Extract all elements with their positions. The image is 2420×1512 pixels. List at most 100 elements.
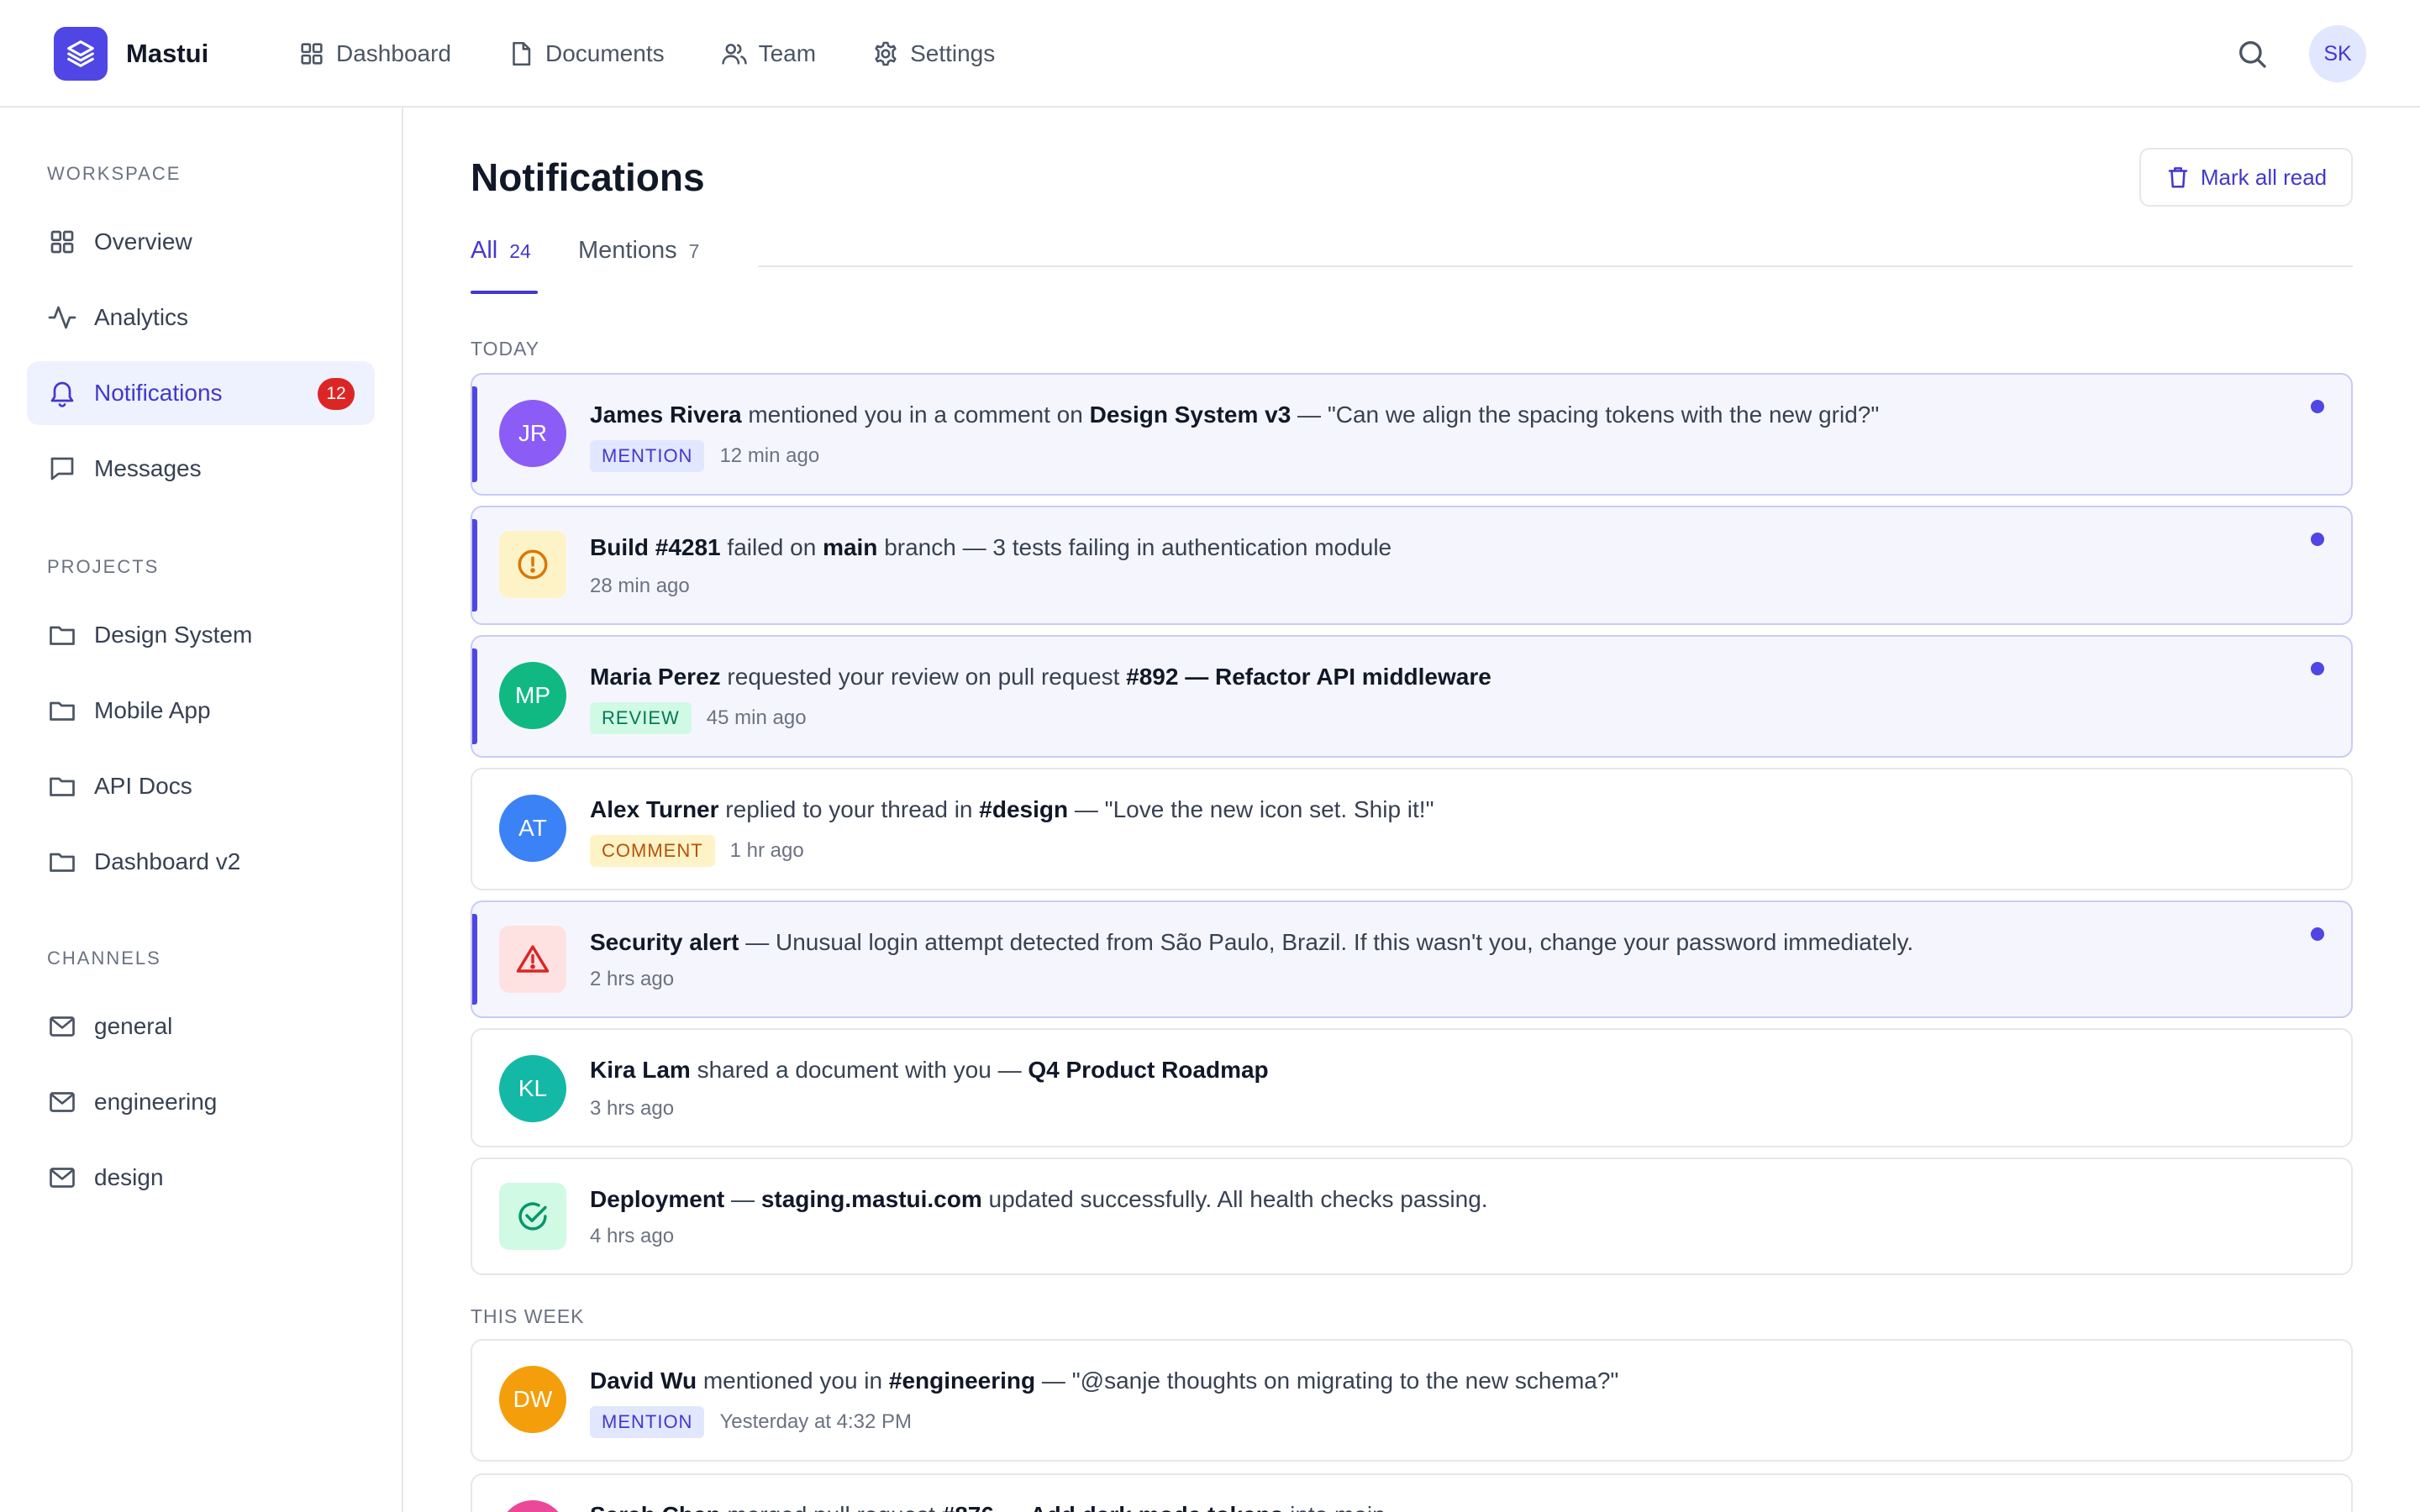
notification-text: James Rivera mentioned you in a comment … bbox=[590, 402, 1879, 428]
nav-dashboard[interactable]: Dashboard bbox=[297, 32, 451, 76]
notification-text-part: updated successfully. All health checks … bbox=[981, 1186, 1488, 1212]
check-circle-icon bbox=[499, 1183, 566, 1250]
sidebar-item-label: Analytics bbox=[94, 304, 189, 330]
notification-count-badge: 12 bbox=[318, 378, 355, 410]
notification-time: 4 hrs ago bbox=[590, 1225, 675, 1247]
sidebar-item-notifications[interactable]: Notifications 12 bbox=[27, 361, 375, 425]
notification-item[interactable]: AT Alex Turner replied to your thread in… bbox=[471, 768, 2353, 890]
activity-icon bbox=[48, 306, 76, 329]
notification-target: staging.mastui.com bbox=[760, 1186, 982, 1212]
gear-icon bbox=[875, 41, 897, 66]
notification-actor: Build #4281 bbox=[590, 534, 721, 560]
sidebar-item-engineering[interactable]: engineering bbox=[27, 1070, 375, 1134]
notification-item[interactable]: JR James Rivera mentioned you in a comme… bbox=[471, 373, 2353, 496]
notification-text-part: mentioned you in bbox=[697, 1368, 889, 1394]
mention-tag: MENTION bbox=[590, 440, 705, 472]
notification-text-part: shared a document with you — bbox=[690, 1057, 1028, 1083]
notification-text: Deployment — staging.mastui.com updated … bbox=[590, 1186, 1488, 1213]
grid-icon bbox=[50, 230, 74, 254]
search-button[interactable] bbox=[2235, 37, 2269, 71]
tab-mentions-count: 7 bbox=[688, 240, 700, 262]
notification-actor: Maria Perez bbox=[590, 664, 721, 690]
notification-text-part: branch — 3 tests failing in authenticati… bbox=[877, 534, 1392, 560]
folder-icon bbox=[50, 701, 75, 721]
notification-item[interactable]: MP Maria Perez requested your review on … bbox=[471, 635, 2353, 758]
nav-documents[interactable]: Documents bbox=[507, 32, 665, 76]
unread-dot bbox=[2311, 927, 2324, 941]
tab-all[interactable]: All 24 bbox=[471, 237, 538, 296]
sidebar-item-api-docs[interactable]: API Docs bbox=[27, 754, 375, 818]
sidebar-item-design[interactable]: design bbox=[27, 1146, 375, 1210]
notification-item[interactable]: Security alert — Unusual login attempt d… bbox=[471, 900, 2353, 1018]
grid-icon bbox=[301, 43, 323, 65]
notification-meta: 28 min ago bbox=[590, 575, 690, 598]
nav-documents-label: Documents bbox=[544, 40, 665, 66]
nav-settings[interactable]: Settings bbox=[871, 32, 995, 76]
group-label-today: TODAY bbox=[471, 338, 540, 360]
notification-target: main bbox=[823, 534, 878, 560]
notification-meta: MENTION 12 min ago bbox=[590, 440, 819, 472]
sidebar-item-messages[interactable]: Messages bbox=[27, 437, 375, 501]
notification-actor: David Wu bbox=[590, 1368, 697, 1394]
user-avatar[interactable]: SK bbox=[2309, 25, 2366, 82]
sidebar-item-analytics[interactable]: Analytics bbox=[27, 286, 375, 349]
notification-actor: Security alert bbox=[590, 929, 739, 955]
notification-meta: COMMENT 1 hr ago bbox=[590, 835, 804, 867]
sidebar-item-design-system[interactable]: Design System bbox=[27, 603, 375, 667]
mail-icon bbox=[50, 1016, 75, 1037]
notification-text-part: replied to your thread in bbox=[718, 796, 980, 822]
notification-text: Security alert — Unusual login attempt d… bbox=[590, 929, 1913, 956]
notification-text: David Wu mentioned you in #engineering —… bbox=[590, 1368, 1618, 1394]
avatar: KL bbox=[499, 1055, 566, 1122]
mark-all-read-label: Mark all read bbox=[2200, 164, 2328, 190]
sidebar-item-mobile-app[interactable]: Mobile App bbox=[27, 679, 375, 743]
notification-target: #892 — Refactor API middleware bbox=[1126, 664, 1491, 690]
mail-icon bbox=[50, 1092, 75, 1112]
sidebar-item-label: Overview bbox=[94, 228, 192, 255]
sidebar-item-dashboard-v2[interactable]: Dashboard v2 bbox=[27, 830, 375, 894]
brand[interactable]: Mastui bbox=[54, 27, 208, 81]
notification-actor: Kira Lam bbox=[590, 1057, 691, 1083]
tab-mentions[interactable]: Mentions 7 bbox=[578, 237, 699, 296]
notification-item[interactable]: Deployment — staging.mastui.com updated … bbox=[471, 1158, 2353, 1275]
folder-icon bbox=[50, 853, 75, 872]
notification-time: Yesterday at 4:32 PM bbox=[719, 1410, 913, 1433]
tab-mentions-label: Mentions bbox=[578, 237, 677, 264]
sidebar-item-label: API Docs bbox=[94, 773, 192, 799]
sidebar-item-label: engineering bbox=[94, 1089, 218, 1115]
notification-item[interactable]: DW David Wu mentioned you in #engineerin… bbox=[471, 1339, 2353, 1462]
notification-item[interactable]: KL Kira Lam shared a document with you —… bbox=[471, 1028, 2353, 1147]
search-icon bbox=[2239, 41, 2266, 68]
notification-target: #876 — Add dark mode tokens bbox=[942, 1502, 1284, 1512]
nav-team[interactable]: Team bbox=[720, 32, 816, 76]
group-label-this-week: THIS WEEK bbox=[471, 1305, 585, 1327]
notification-actor: Sarah Chen bbox=[590, 1502, 721, 1512]
notification-text-part: mentioned you in a comment on bbox=[741, 402, 1090, 428]
notification-text-part: requested your review on pull request bbox=[720, 664, 1127, 690]
notification-actor: James Rivera bbox=[590, 402, 742, 428]
sidebar-item-general[interactable]: general bbox=[27, 995, 375, 1058]
mail-icon bbox=[50, 1168, 75, 1188]
sidebar-item-label: Notifications bbox=[94, 380, 223, 406]
warning-triangle-icon bbox=[499, 926, 566, 993]
sidebar-item-label: Mobile App bbox=[94, 697, 211, 723]
top-navigation: Dashboard Documents Team Settings bbox=[297, 32, 1050, 76]
notification-item[interactable]: SC Sarah Chen merged pull request #876 —… bbox=[471, 1473, 2353, 1512]
notification-item[interactable]: Build #4281 failed on main branch — 3 te… bbox=[471, 506, 2353, 625]
avatar: JR bbox=[499, 400, 566, 467]
bell-icon bbox=[50, 381, 74, 407]
notification-time: 28 min ago bbox=[590, 575, 690, 597]
notification-meta: 3 hrs ago bbox=[590, 1097, 674, 1121]
notification-text-part: — "Love the new icon set. Ship it!" bbox=[1068, 796, 1434, 822]
sidebar-item-overview[interactable]: Overview bbox=[27, 210, 375, 274]
notification-text: Build #4281 failed on main branch — 3 te… bbox=[590, 534, 1392, 561]
mark-all-read-button[interactable]: Mark all read bbox=[2139, 148, 2353, 207]
avatar: SC bbox=[499, 1500, 566, 1512]
users-icon bbox=[721, 44, 747, 65]
notification-text-part: — Unusual login attempt detected from Sã… bbox=[739, 929, 1914, 955]
app-name: Mastui bbox=[126, 39, 209, 68]
trash-icon bbox=[2168, 167, 2188, 188]
notification-target: Design System v3 bbox=[1089, 402, 1292, 428]
notification-target: Q4 Product Roadmap bbox=[1028, 1057, 1269, 1083]
notification-text-part: — "@sanje thoughts on migrating to the n… bbox=[1035, 1368, 1619, 1394]
